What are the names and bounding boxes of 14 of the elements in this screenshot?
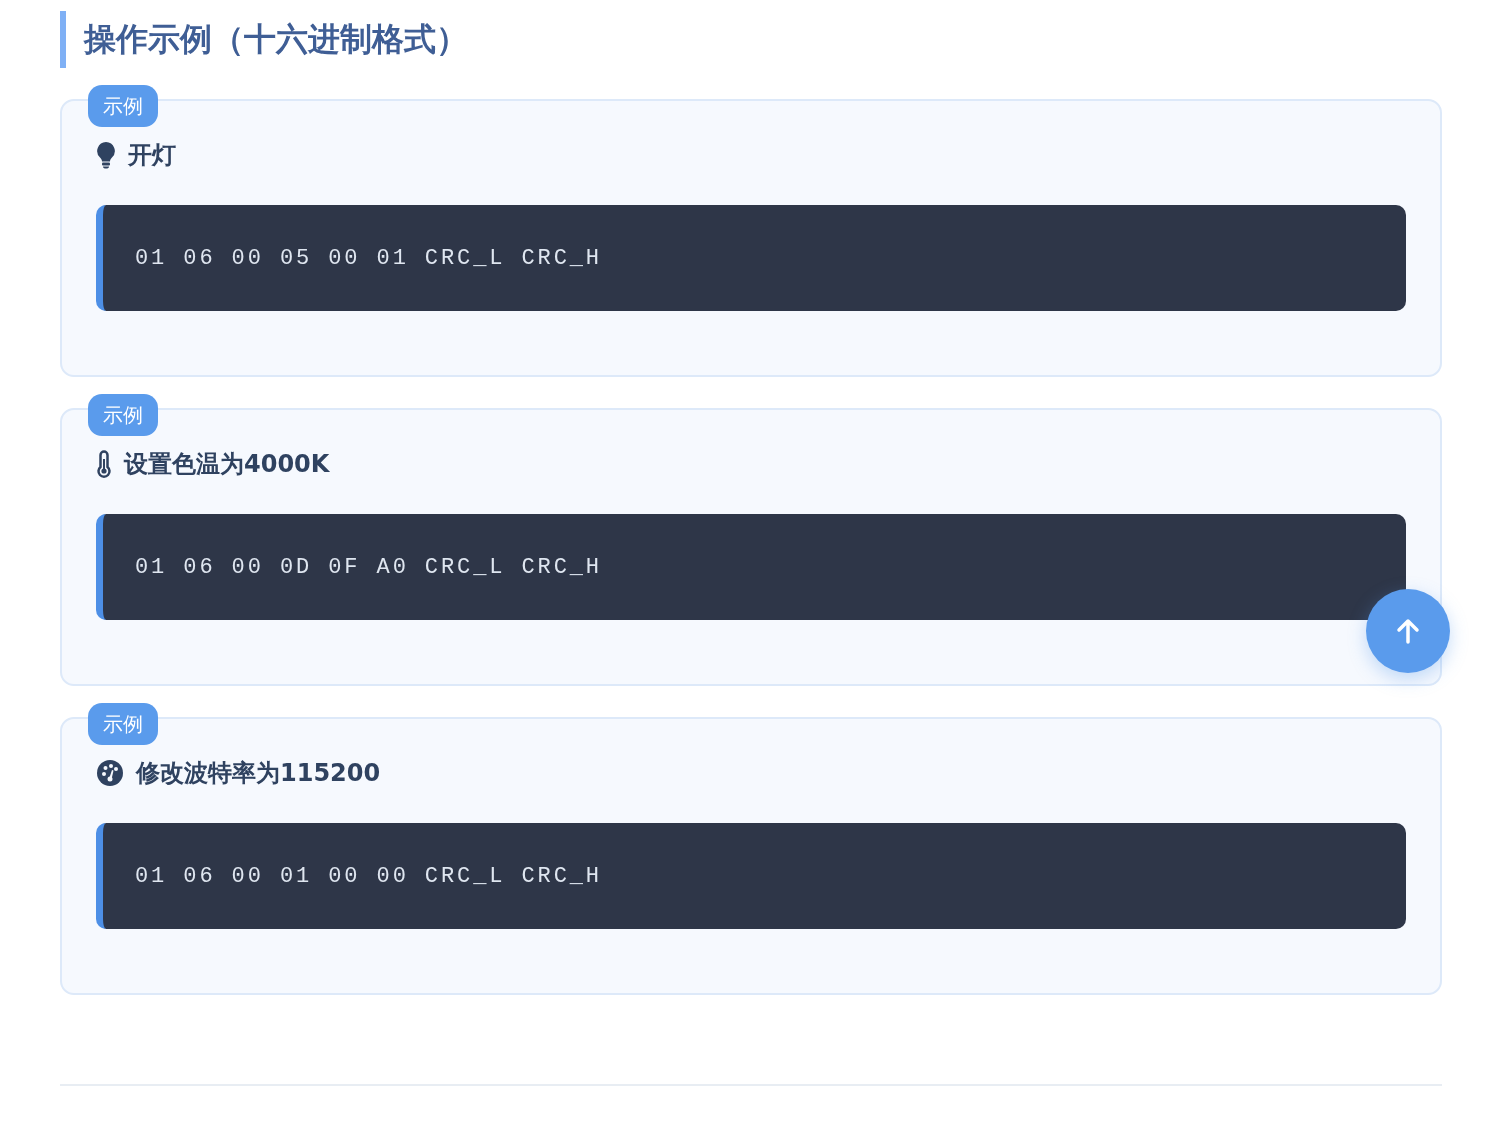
example-badge: 示例 [88, 703, 158, 745]
lightbulb-icon [96, 141, 116, 169]
section-heading: 操作示例（十六进制格式） [60, 11, 468, 68]
code-block: 01 06 00 05 00 01 CRC_L CRC_H [96, 205, 1406, 311]
code-block: 01 06 00 01 00 00 CRC_L CRC_H [96, 823, 1406, 929]
example-title: 设置色温为4000K [124, 449, 330, 480]
gauge-icon [96, 759, 124, 787]
example-title: 修改波特率为115200 [136, 758, 381, 789]
arrow-up-icon [1396, 618, 1420, 644]
example-title: 开灯 [128, 140, 176, 171]
example-badge: 示例 [88, 85, 158, 127]
example-badge: 示例 [88, 394, 158, 436]
thermometer-icon [96, 450, 112, 478]
code-block: 01 06 00 0D 0F A0 CRC_L CRC_H [96, 514, 1406, 620]
